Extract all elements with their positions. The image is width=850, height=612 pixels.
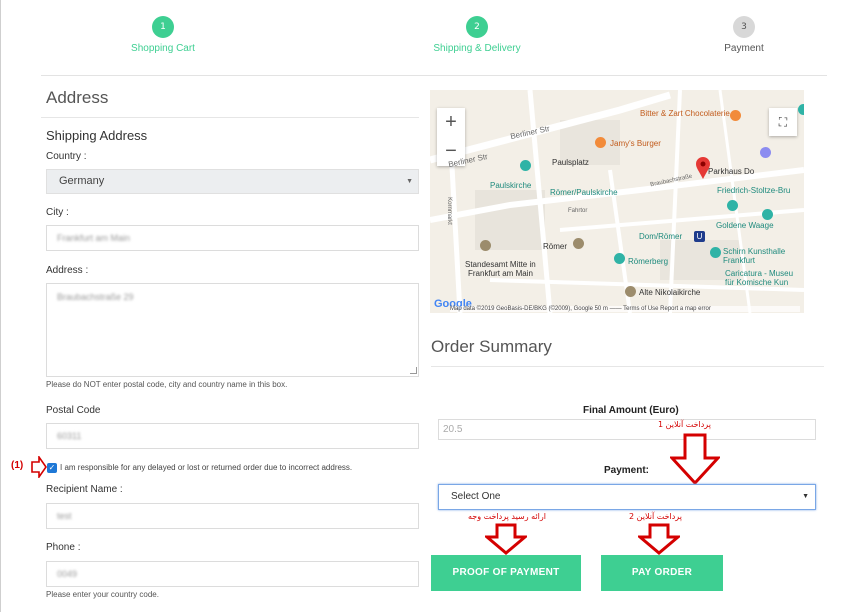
map-label: Dom/Römer xyxy=(639,232,683,241)
final-amount-value: 20.5 xyxy=(443,424,463,435)
annotation-online-payment-1: پرداخت آنلاین 1 xyxy=(658,420,711,429)
city-label: City : xyxy=(46,207,69,218)
map-label: Standesamt Mitte in xyxy=(465,260,536,269)
address-heading: Address xyxy=(46,88,109,107)
phone-input[interactable]: 0049 xyxy=(46,561,419,587)
step-label: Payment xyxy=(724,43,764,54)
annotation-arrow-down-icon xyxy=(670,433,720,485)
pay-order-button[interactable]: PAY ORDER xyxy=(601,555,723,591)
step-shipping-delivery[interactable]: 2 Shipping & Delivery xyxy=(402,16,552,54)
map-label: Paulskirche xyxy=(490,181,532,190)
map-label: Römer xyxy=(543,242,568,251)
address-value: Braubachstraße 29 xyxy=(57,292,134,302)
map-label: für Komische Kun xyxy=(725,278,789,287)
map-label: Frankfurt xyxy=(723,256,756,265)
subway-icon: U xyxy=(694,231,705,242)
step-shopping-cart[interactable]: 1 Shopping Cart xyxy=(88,16,238,54)
poi-icon xyxy=(520,160,531,171)
postal-code-value: 60311 xyxy=(57,431,82,441)
final-amount-input[interactable]: 20.5 xyxy=(438,419,816,440)
zoom-in-button[interactable]: + xyxy=(437,108,465,137)
map-label: Bitter & Zart Chocolaterie xyxy=(640,109,730,118)
landmark-poi-icon xyxy=(573,238,584,249)
fullscreen-button[interactable]: ⛶ xyxy=(769,108,797,136)
divider xyxy=(431,366,824,367)
recipient-name-input[interactable]: test xyxy=(46,503,419,529)
dropdown-arrow-icon: ▼ xyxy=(802,493,809,500)
poi-icon xyxy=(798,104,804,115)
step-number: 3 xyxy=(733,16,755,38)
step-label: Shipping & Delivery xyxy=(433,43,521,54)
map-label: Parkhaus Do xyxy=(708,167,755,176)
postal-code-input[interactable]: 60311 xyxy=(46,423,419,449)
map-label: Römer/Paulskirche xyxy=(550,188,618,197)
map-label: Jamy's Burger xyxy=(610,139,661,148)
address-note: Please do NOT enter postal code, city an… xyxy=(46,380,288,389)
poi-icon xyxy=(710,247,721,258)
parking-poi-icon xyxy=(760,147,771,158)
city-value: Frankfurt am Main xyxy=(57,233,131,243)
phone-note: Please enter your country code. xyxy=(46,590,159,599)
poi-icon xyxy=(614,253,625,264)
map-label: Paulsplatz xyxy=(552,158,589,167)
map-label: Schirn Kunsthalle xyxy=(723,247,786,256)
map-street-label: Fahrtor xyxy=(568,208,588,214)
location-map[interactable]: + − ⛶ Bitter & Zart Chocolaterie Jamy's … xyxy=(430,90,804,313)
annotation-marker-1: (1) xyxy=(11,460,24,471)
map-label: Frankfurt am Main xyxy=(468,269,533,278)
country-label: Country : xyxy=(46,151,87,162)
checkbox-label: I am responsible for any delayed or lost… xyxy=(60,463,353,472)
map-street-label: Kornmarkt xyxy=(445,197,452,225)
map-credit: Map data ©2019 GeoBasis-DE/BKG (©2009), … xyxy=(450,306,800,312)
map-marker-pin-icon[interactable] xyxy=(695,156,711,180)
payment-method-select[interactable]: Select One ▼ xyxy=(438,484,816,510)
annotation-arrow-down-icon xyxy=(485,523,527,555)
payment-label: Payment: xyxy=(604,465,650,476)
map-label: Friedrich-Stoltze-Bru xyxy=(717,186,791,195)
address-responsibility-checkbox[interactable]: ✓ xyxy=(47,463,57,473)
step-number: 1 xyxy=(152,16,174,38)
landmark-poi-icon xyxy=(625,286,636,297)
food-poi-icon xyxy=(730,110,741,121)
poi-icon xyxy=(762,209,773,220)
final-amount-label: Final Amount (Euro) xyxy=(583,405,679,416)
annotation-arrow-right-icon xyxy=(31,456,47,478)
address-label: Address : xyxy=(46,265,89,276)
recipient-name-label: Recipient Name : xyxy=(46,484,123,495)
phone-value: 0049 xyxy=(57,569,78,579)
annotation-receipt-upload: ارائه رسید پرداخت وجه xyxy=(468,512,546,521)
map-label: Caricatura - Museu xyxy=(725,269,794,278)
poi-icon xyxy=(727,200,738,211)
annotation-online-payment-2: پرداخت آنلاین 2 xyxy=(629,512,682,521)
dropdown-arrow-icon: ▼ xyxy=(406,178,413,185)
payment-method-value: Select One xyxy=(451,491,501,502)
checkout-page: 1 Shopping Cart 2 Shipping & Delivery 3 … xyxy=(0,0,850,612)
food-poi-icon xyxy=(595,137,606,148)
phone-label: Phone : xyxy=(46,542,81,553)
annotation-arrow-down-icon xyxy=(638,523,680,555)
step-label: Shopping Cart xyxy=(131,43,195,54)
order-summary-heading: Order Summary xyxy=(431,337,552,356)
postal-code-label: Postal Code xyxy=(46,405,101,416)
shipping-address-heading: Shipping Address xyxy=(46,128,148,143)
map-label: Goldene Waage xyxy=(716,221,774,230)
address-textarea[interactable]: Braubachstraße 29 xyxy=(46,283,419,377)
map-label: Römerberg xyxy=(628,257,669,266)
proof-of-payment-button[interactable]: PROOF OF PAYMENT xyxy=(431,555,581,591)
step-payment[interactable]: 3 Payment xyxy=(669,16,819,54)
step-number: 2 xyxy=(466,16,488,38)
textarea-resize-handle[interactable] xyxy=(410,367,417,374)
country-select[interactable]: Germany ▼ xyxy=(46,169,419,194)
divider xyxy=(41,117,419,118)
city-input[interactable]: Frankfurt am Main xyxy=(46,225,419,251)
recipient-name-value: test xyxy=(57,511,72,521)
country-value: Germany xyxy=(59,175,105,187)
landmark-poi-icon xyxy=(480,240,491,251)
divider xyxy=(41,75,827,76)
map-label: Alte Nikolaikirche xyxy=(639,288,701,297)
